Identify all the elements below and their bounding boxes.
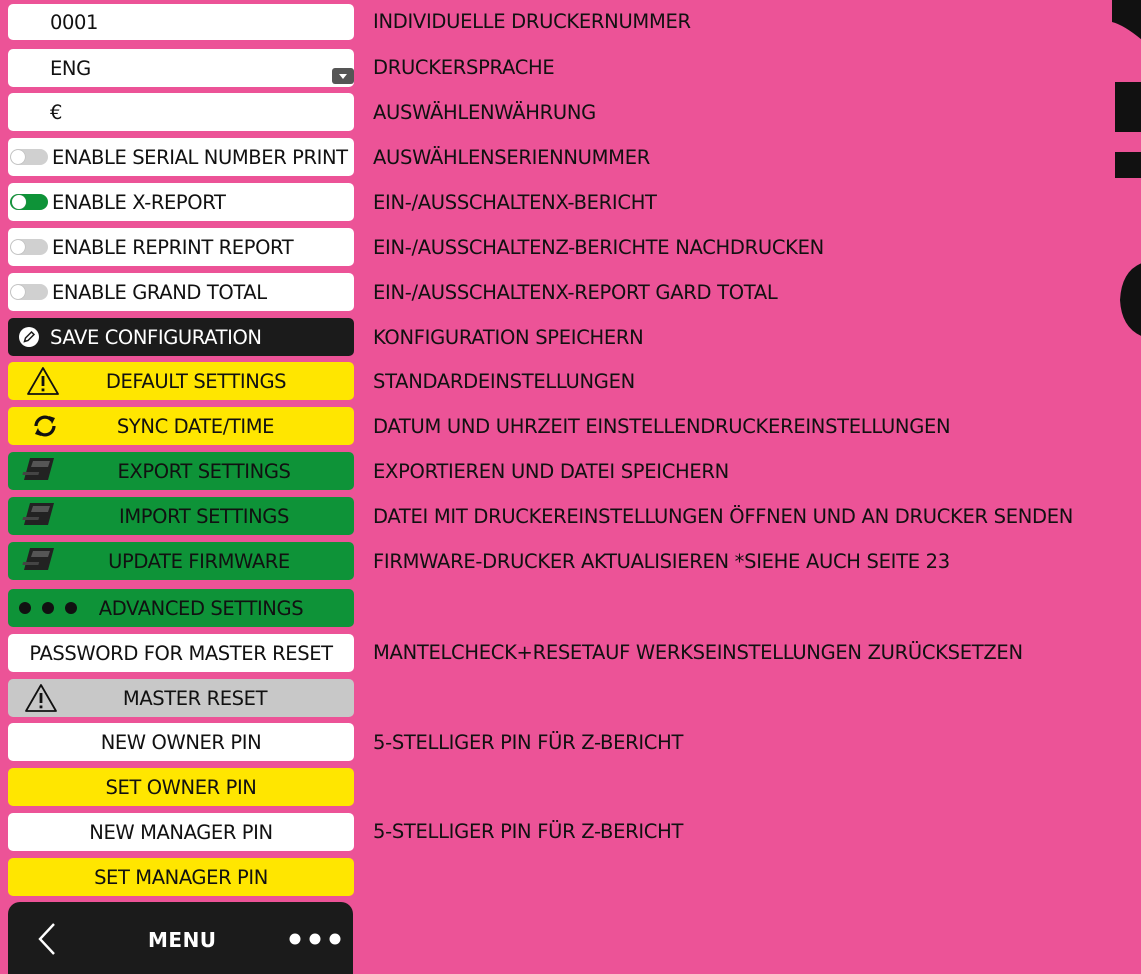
- reprint-description: EIN-/AUSSCHALTENZ-BERICHTE NACHDRUCKEN: [373, 236, 824, 259]
- update-firmware-label: UPDATE FIRMWARE: [108, 549, 290, 573]
- set-owner-pin-button[interactable]: SET OWNER PIN: [8, 768, 354, 806]
- import-settings-label: IMPORT SETTINGS: [119, 504, 289, 528]
- grand-total-toggle-row[interactable]: ENABLE GRAND TOTAL: [8, 273, 354, 311]
- language-select[interactable]: ENG: [8, 49, 354, 87]
- new-owner-pin-label: NEW OWNER PIN: [100, 730, 262, 754]
- save-configuration-button[interactable]: SAVE CONFIGURATION: [8, 318, 354, 356]
- currency-field[interactable]: €: [8, 93, 354, 131]
- reprint-toggle[interactable]: [10, 239, 48, 255]
- back-chevron-icon[interactable]: [36, 922, 58, 956]
- warning-icon: [26, 366, 60, 396]
- default-settings-button[interactable]: DEFAULT SETTINGS: [8, 362, 354, 400]
- set-manager-pin-label: SET MANAGER PIN: [94, 865, 268, 889]
- currency-value: €: [50, 100, 63, 124]
- new-manager-pin-label: NEW MANAGER PIN: [89, 820, 273, 844]
- reprint-toggle-row[interactable]: ENABLE REPRINT REPORT: [8, 228, 354, 266]
- x-report-description: EIN-/AUSSCHALTENX-BERICHT: [373, 191, 657, 214]
- serial-print-toggle-row[interactable]: ENABLE SERIAL NUMBER PRINT: [8, 138, 354, 176]
- serial-print-toggle[interactable]: [10, 149, 48, 165]
- password-description: MANTELCHECK+RESETAUF WERKSEINSTELLUNGEN …: [373, 641, 1023, 664]
- more-dots-icon: [18, 601, 80, 615]
- sync-date-time-label: SYNC DATE/TIME: [116, 414, 275, 438]
- master-reset-label: MASTER RESET: [122, 686, 268, 710]
- printer-icon: [20, 454, 60, 489]
- default-description: STANDARDEINSTELLUNGEN: [373, 370, 635, 393]
- x-report-label: ENABLE X-REPORT: [52, 190, 226, 214]
- printer-number-value: 0001: [50, 10, 99, 34]
- printer-icon: [20, 544, 60, 579]
- password-master-reset-label: PASSWORD FOR MASTER RESET: [29, 641, 333, 665]
- export-description: EXPORTIEREN UND DATEI SPEICHERN: [373, 460, 729, 483]
- sync-date-time-button[interactable]: SYNC DATE/TIME: [8, 407, 354, 445]
- x-report-toggle[interactable]: [10, 194, 48, 210]
- pencil-icon: [18, 326, 40, 348]
- set-owner-pin-label: SET OWNER PIN: [105, 775, 257, 799]
- printer-number-field[interactable]: 0001: [8, 4, 354, 40]
- grand-total-description: EIN-/AUSSCHALTENX-REPORT GARD TOTAL: [373, 281, 778, 304]
- menu-title: MENU: [148, 928, 217, 952]
- x-report-toggle-row[interactable]: ENABLE X-REPORT: [8, 183, 354, 221]
- reprint-label: ENABLE REPRINT REPORT: [52, 235, 294, 259]
- update-firmware-button[interactable]: UPDATE FIRMWARE: [8, 542, 354, 580]
- advanced-settings-label: ADVANCED SETTINGS: [98, 596, 304, 620]
- export-settings-label: EXPORT SETTINGS: [117, 459, 291, 483]
- warning-icon: [24, 683, 58, 713]
- new-manager-pin-field[interactable]: NEW MANAGER PIN: [8, 813, 354, 851]
- password-master-reset-field[interactable]: PASSWORD FOR MASTER RESET: [8, 634, 354, 672]
- new-owner-pin-field[interactable]: NEW OWNER PIN: [8, 723, 354, 761]
- default-settings-label: DEFAULT SETTINGS: [105, 369, 287, 393]
- serial-print-label: ENABLE SERIAL NUMBER PRINT: [52, 145, 348, 169]
- advanced-settings-button[interactable]: ADVANCED SETTINGS: [8, 589, 354, 627]
- grand-total-label: ENABLE GRAND TOTAL: [52, 280, 267, 304]
- master-reset-button[interactable]: MASTER RESET: [8, 679, 354, 717]
- bottom-menu-bar: MENU: [8, 902, 353, 974]
- manager-pin-description: 5-STELLIGER PIN FÜR Z-BERICHT: [373, 820, 684, 843]
- firmware-description: FIRMWARE-DRUCKER AKTUALISIEREN *SIEHE AU…: [373, 550, 950, 573]
- chevron-down-icon[interactable]: [332, 68, 354, 84]
- serial-description: AUSWÄHLENSERIENNUMMER: [373, 146, 650, 169]
- set-manager-pin-button[interactable]: SET MANAGER PIN: [8, 858, 354, 896]
- save-configuration-label: SAVE CONFIGURATION: [50, 325, 262, 349]
- printer-number-description: INDIVIDUELLE DRUCKERNUMMER: [373, 10, 691, 33]
- decorative-edge-lettering: [1112, 0, 1141, 420]
- export-settings-button[interactable]: EXPORT SETTINGS: [8, 452, 354, 490]
- language-value: ENG: [50, 56, 91, 80]
- save-description: KONFIGURATION SPEICHERN: [373, 326, 644, 349]
- import-settings-button[interactable]: IMPORT SETTINGS: [8, 497, 354, 535]
- refresh-icon: [31, 413, 59, 439]
- printer-icon: [20, 499, 60, 534]
- currency-description: AUSWÄHLENWÄHRUNG: [373, 101, 596, 124]
- more-dots-icon[interactable]: [289, 933, 343, 945]
- sync-description: DATUM UND UHRZEIT EINSTELLENDRUCKEREINST…: [373, 415, 951, 438]
- language-description: DRUCKERSPRACHE: [373, 56, 555, 79]
- grand-total-toggle[interactable]: [10, 284, 48, 300]
- owner-pin-description: 5-STELLIGER PIN FÜR Z-BERICHT: [373, 731, 684, 754]
- import-description: DATEI MIT DRUCKEREINSTELLUNGEN ÖFFNEN UN…: [373, 505, 1074, 528]
